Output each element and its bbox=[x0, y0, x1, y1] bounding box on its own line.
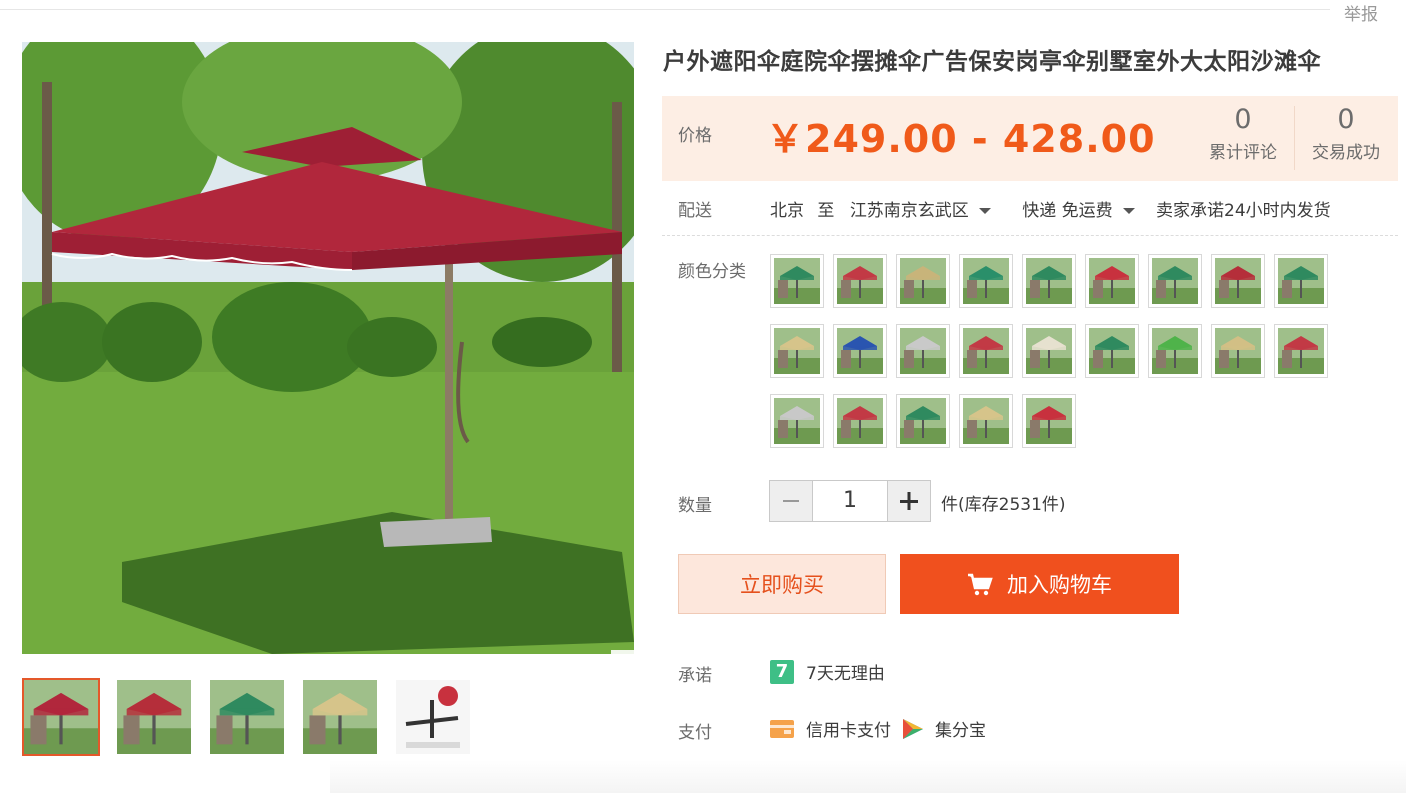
color-swatch[interactable] bbox=[1211, 254, 1265, 308]
promise-row: 7 7天无理由 bbox=[770, 659, 885, 684]
color-swatch[interactable] bbox=[896, 394, 950, 448]
color-swatch[interactable] bbox=[1274, 254, 1328, 308]
deals-stat: 0 交易成功 bbox=[1296, 104, 1396, 163]
reviews-count: 0 bbox=[1234, 104, 1252, 135]
reviews-label: 累计评论 bbox=[1209, 143, 1277, 163]
main-product-image[interactable] bbox=[22, 42, 634, 654]
stat-divider bbox=[1294, 106, 1295, 170]
color-swatch[interactable] bbox=[896, 254, 950, 308]
top-divider bbox=[0, 9, 1330, 10]
destination-value: 江苏南京玄武区 bbox=[849, 201, 969, 221]
price-label: 价格 bbox=[678, 126, 712, 146]
color-swatch[interactable] bbox=[1085, 324, 1139, 378]
gallery-thumbnail[interactable] bbox=[301, 678, 379, 756]
color-swatch[interactable] bbox=[1022, 254, 1076, 308]
color-swatch[interactable] bbox=[1274, 324, 1328, 378]
payment-method-credit[interactable]: 信用卡支付 bbox=[806, 716, 891, 741]
product-title: 户外遮阳伞庭院伞摆摊伞广告保安岗亭伞别墅室外大太阳沙滩伞 bbox=[663, 49, 1321, 75]
reviews-stat[interactable]: 0 累计评论 bbox=[1193, 104, 1293, 163]
gallery-thumbnail[interactable] bbox=[208, 678, 286, 756]
cart-icon bbox=[967, 572, 993, 596]
section-divider bbox=[662, 235, 1398, 236]
color-swatch[interactable] bbox=[959, 394, 1013, 448]
price-range: ￥249.00 - 428.00 bbox=[766, 117, 1156, 161]
payment-label: 支付 bbox=[678, 723, 712, 743]
plus-icon bbox=[900, 492, 918, 510]
quantity-input[interactable]: 1 bbox=[813, 480, 887, 522]
promise-text[interactable]: 7天无理由 bbox=[806, 659, 885, 684]
jifenbao-icon bbox=[901, 717, 925, 741]
gallery-thumbnail[interactable] bbox=[115, 678, 193, 756]
color-swatch[interactable] bbox=[959, 254, 1013, 308]
color-swatch[interactable] bbox=[1148, 254, 1202, 308]
deals-label: 交易成功 bbox=[1312, 143, 1380, 163]
gallery-thumbnail[interactable] bbox=[22, 678, 100, 756]
shipping-label: 配送 bbox=[678, 201, 712, 221]
payment-method-jifenbao[interactable]: 集分宝 bbox=[935, 716, 986, 741]
quantity-stepper: 1 bbox=[769, 480, 931, 522]
chevron-down-icon bbox=[1122, 208, 1135, 214]
color-swatch[interactable] bbox=[770, 254, 824, 308]
zoom-button[interactable] bbox=[611, 650, 634, 654]
color-swatch[interactable] bbox=[1022, 324, 1076, 378]
stock-text: 件(库存2531件) bbox=[941, 495, 1066, 515]
shipping-method-select[interactable]: 快递 免运费 bbox=[1022, 201, 1135, 221]
bottom-fade bbox=[330, 760, 1406, 793]
color-swatch[interactable] bbox=[833, 394, 887, 448]
color-swatch[interactable] bbox=[770, 394, 824, 448]
payment-row: 信用卡支付 集分宝 bbox=[770, 716, 986, 741]
thumbnail-gallery bbox=[22, 678, 472, 756]
color-swatch[interactable] bbox=[1085, 254, 1139, 308]
report-link[interactable]: 举报 bbox=[1344, 0, 1378, 25]
minus-icon bbox=[783, 500, 799, 502]
add-to-cart-button[interactable]: 加入购物车 bbox=[900, 554, 1179, 614]
buy-now-button[interactable]: 立即购买 bbox=[678, 554, 886, 614]
shipping-row: 北京 至 江苏南京玄武区 快递 免运费 卖家承诺24小时内发货 bbox=[770, 196, 1331, 221]
color-label: 颜色分类 bbox=[678, 262, 746, 282]
quantity-label: 数量 bbox=[678, 496, 712, 516]
destination-select[interactable]: 江苏南京玄武区 bbox=[850, 201, 991, 221]
color-swatch[interactable] bbox=[959, 324, 1013, 378]
increase-button[interactable] bbox=[887, 480, 931, 522]
chevron-down-icon bbox=[978, 208, 991, 214]
shipping-method-value: 快递 免运费 bbox=[1022, 201, 1113, 221]
color-swatch[interactable] bbox=[896, 324, 950, 378]
add-to-cart-label: 加入购物车 bbox=[1007, 573, 1112, 597]
color-swatch[interactable] bbox=[1022, 394, 1076, 448]
ship-to-word: 至 bbox=[817, 201, 835, 221]
seven-day-icon: 7 bbox=[770, 659, 794, 684]
color-swatch[interactable] bbox=[770, 324, 824, 378]
deals-count: 0 bbox=[1337, 104, 1355, 135]
ship-from: 北京 bbox=[770, 201, 804, 221]
credit-card-icon bbox=[770, 718, 794, 740]
color-swatch[interactable] bbox=[833, 324, 887, 378]
decrease-button[interactable] bbox=[769, 480, 813, 522]
color-swatch[interactable] bbox=[1148, 324, 1202, 378]
umbrella-photo bbox=[22, 42, 634, 654]
gallery-thumbnail[interactable] bbox=[394, 678, 472, 756]
promise-label: 承诺 bbox=[678, 666, 712, 686]
color-swatch[interactable] bbox=[833, 254, 887, 308]
ship-promise: 卖家承诺24小时内发货 bbox=[1156, 201, 1331, 221]
color-swatch[interactable] bbox=[1211, 324, 1265, 378]
